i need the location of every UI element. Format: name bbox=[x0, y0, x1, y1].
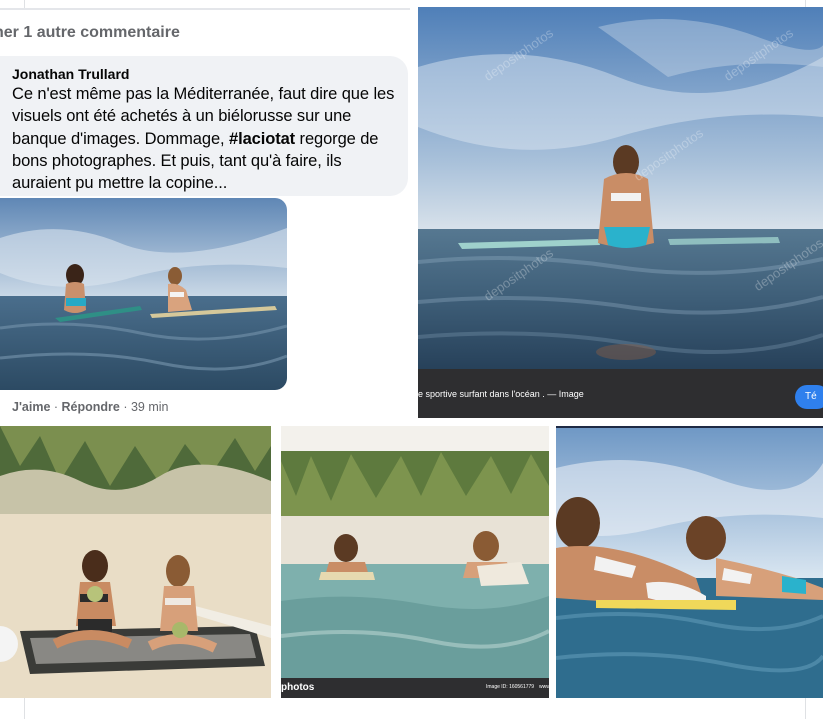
dot-separator: · bbox=[119, 400, 131, 414]
dot-separator: · bbox=[50, 400, 62, 414]
women-lying-on-boards-image bbox=[556, 428, 823, 698]
view-more-comments-link[interactable]: ner 1 autre commentaire bbox=[0, 24, 180, 42]
lying-surfers-photo[interactable] bbox=[556, 426, 823, 698]
stock-caption: e sportive surfant dans l'océan . — Imag… bbox=[418, 389, 584, 399]
two-surfers-image bbox=[0, 198, 287, 390]
comment-text: Ce n'est même pas la Méditerranée, faut … bbox=[12, 83, 400, 194]
comment-attachment-image[interactable] bbox=[0, 198, 287, 390]
two-women-on-boards-image bbox=[281, 426, 549, 678]
comment-actions: J'aime · Répondre · 39 min bbox=[12, 400, 169, 414]
divider-left-top bbox=[24, 0, 25, 8]
comment-author[interactable]: Jonathan Trullard bbox=[12, 66, 129, 82]
stock-brand-text: photos bbox=[281, 682, 315, 693]
sea-surfers-photo[interactable]: photos Image ID: 160561779 www bbox=[281, 426, 549, 698]
hashtag-link[interactable]: #laciotat bbox=[229, 130, 295, 148]
reply-link[interactable]: Répondre bbox=[62, 400, 120, 414]
surfer-woman-stock-image[interactable] bbox=[418, 7, 823, 369]
download-button[interactable]: Té bbox=[795, 385, 823, 409]
women-on-beach-image bbox=[0, 426, 271, 698]
stock-photo-page: depositphotos depositphotos depositphoto… bbox=[418, 7, 823, 418]
beach-photo[interactable] bbox=[0, 426, 271, 698]
divider-left-bottom bbox=[24, 698, 25, 719]
stock-image-id: Image ID: 160561779 bbox=[486, 684, 535, 690]
divider-right-bottom bbox=[805, 698, 806, 719]
comment-timestamp[interactable]: 39 min bbox=[131, 400, 169, 414]
like-link[interactable]: J'aime bbox=[12, 400, 50, 414]
stock-caption-bar-2: photos Image ID: 160561779 www bbox=[281, 678, 549, 698]
stock-site-text: www bbox=[539, 684, 549, 690]
comment-panel: ner 1 autre commentaire Jonathan Trullar… bbox=[0, 8, 410, 418]
stock-caption-bar: e sportive surfant dans l'océan . — Imag… bbox=[418, 369, 823, 418]
